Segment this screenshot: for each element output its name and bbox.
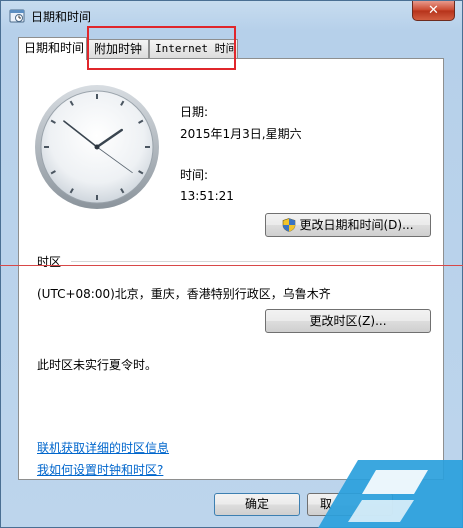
dst-note: 此时区未实行夏令时。	[37, 358, 158, 372]
tab-panel: 日期: 2015年1月3日,星期六 时间: 13:51:21 更改日期和时间(D…	[18, 58, 444, 480]
section-divider	[71, 261, 431, 262]
annotation-line	[0, 265, 463, 266]
change-date-time-label: 更改日期和时间(D)...	[299, 218, 414, 232]
clock-icon	[35, 85, 159, 209]
change-date-time-button[interactable]: 更改日期和时间(D)...	[265, 213, 431, 237]
close-button[interactable]: ✕	[412, 1, 455, 21]
app-icon	[9, 9, 25, 23]
timezone-value: (UTC+08:00)北京，重庆，香港特别行政区，乌鲁木齐	[37, 287, 331, 301]
ok-button[interactable]: 确定	[214, 493, 300, 516]
timezone-section-label: 时区	[37, 255, 62, 269]
tab-date-time[interactable]: 日期和时间	[18, 37, 87, 60]
help-link[interactable]: 我如何设置时钟和时区?	[37, 461, 163, 478]
time-label: 时间:	[180, 168, 209, 182]
date-value: 2015年1月3日,星期六	[180, 127, 302, 141]
close-icon: ✕	[428, 3, 439, 18]
date-label: 日期:	[180, 105, 209, 119]
timezone-info-link[interactable]: 联机获取详细的时区信息	[37, 439, 169, 456]
watermark-logo	[318, 460, 463, 528]
date-time-dialog: 日期和时间 ✕ 日期和时间 附加时钟 Internet 时间 日期: 2015年…	[0, 0, 463, 528]
highlight-box	[87, 26, 236, 70]
change-timezone-button[interactable]: 更改时区(Z)...	[265, 309, 431, 333]
shield-icon	[283, 218, 296, 232]
time-value: 13:51:21	[180, 189, 234, 203]
window-title: 日期和时间	[31, 10, 92, 24]
